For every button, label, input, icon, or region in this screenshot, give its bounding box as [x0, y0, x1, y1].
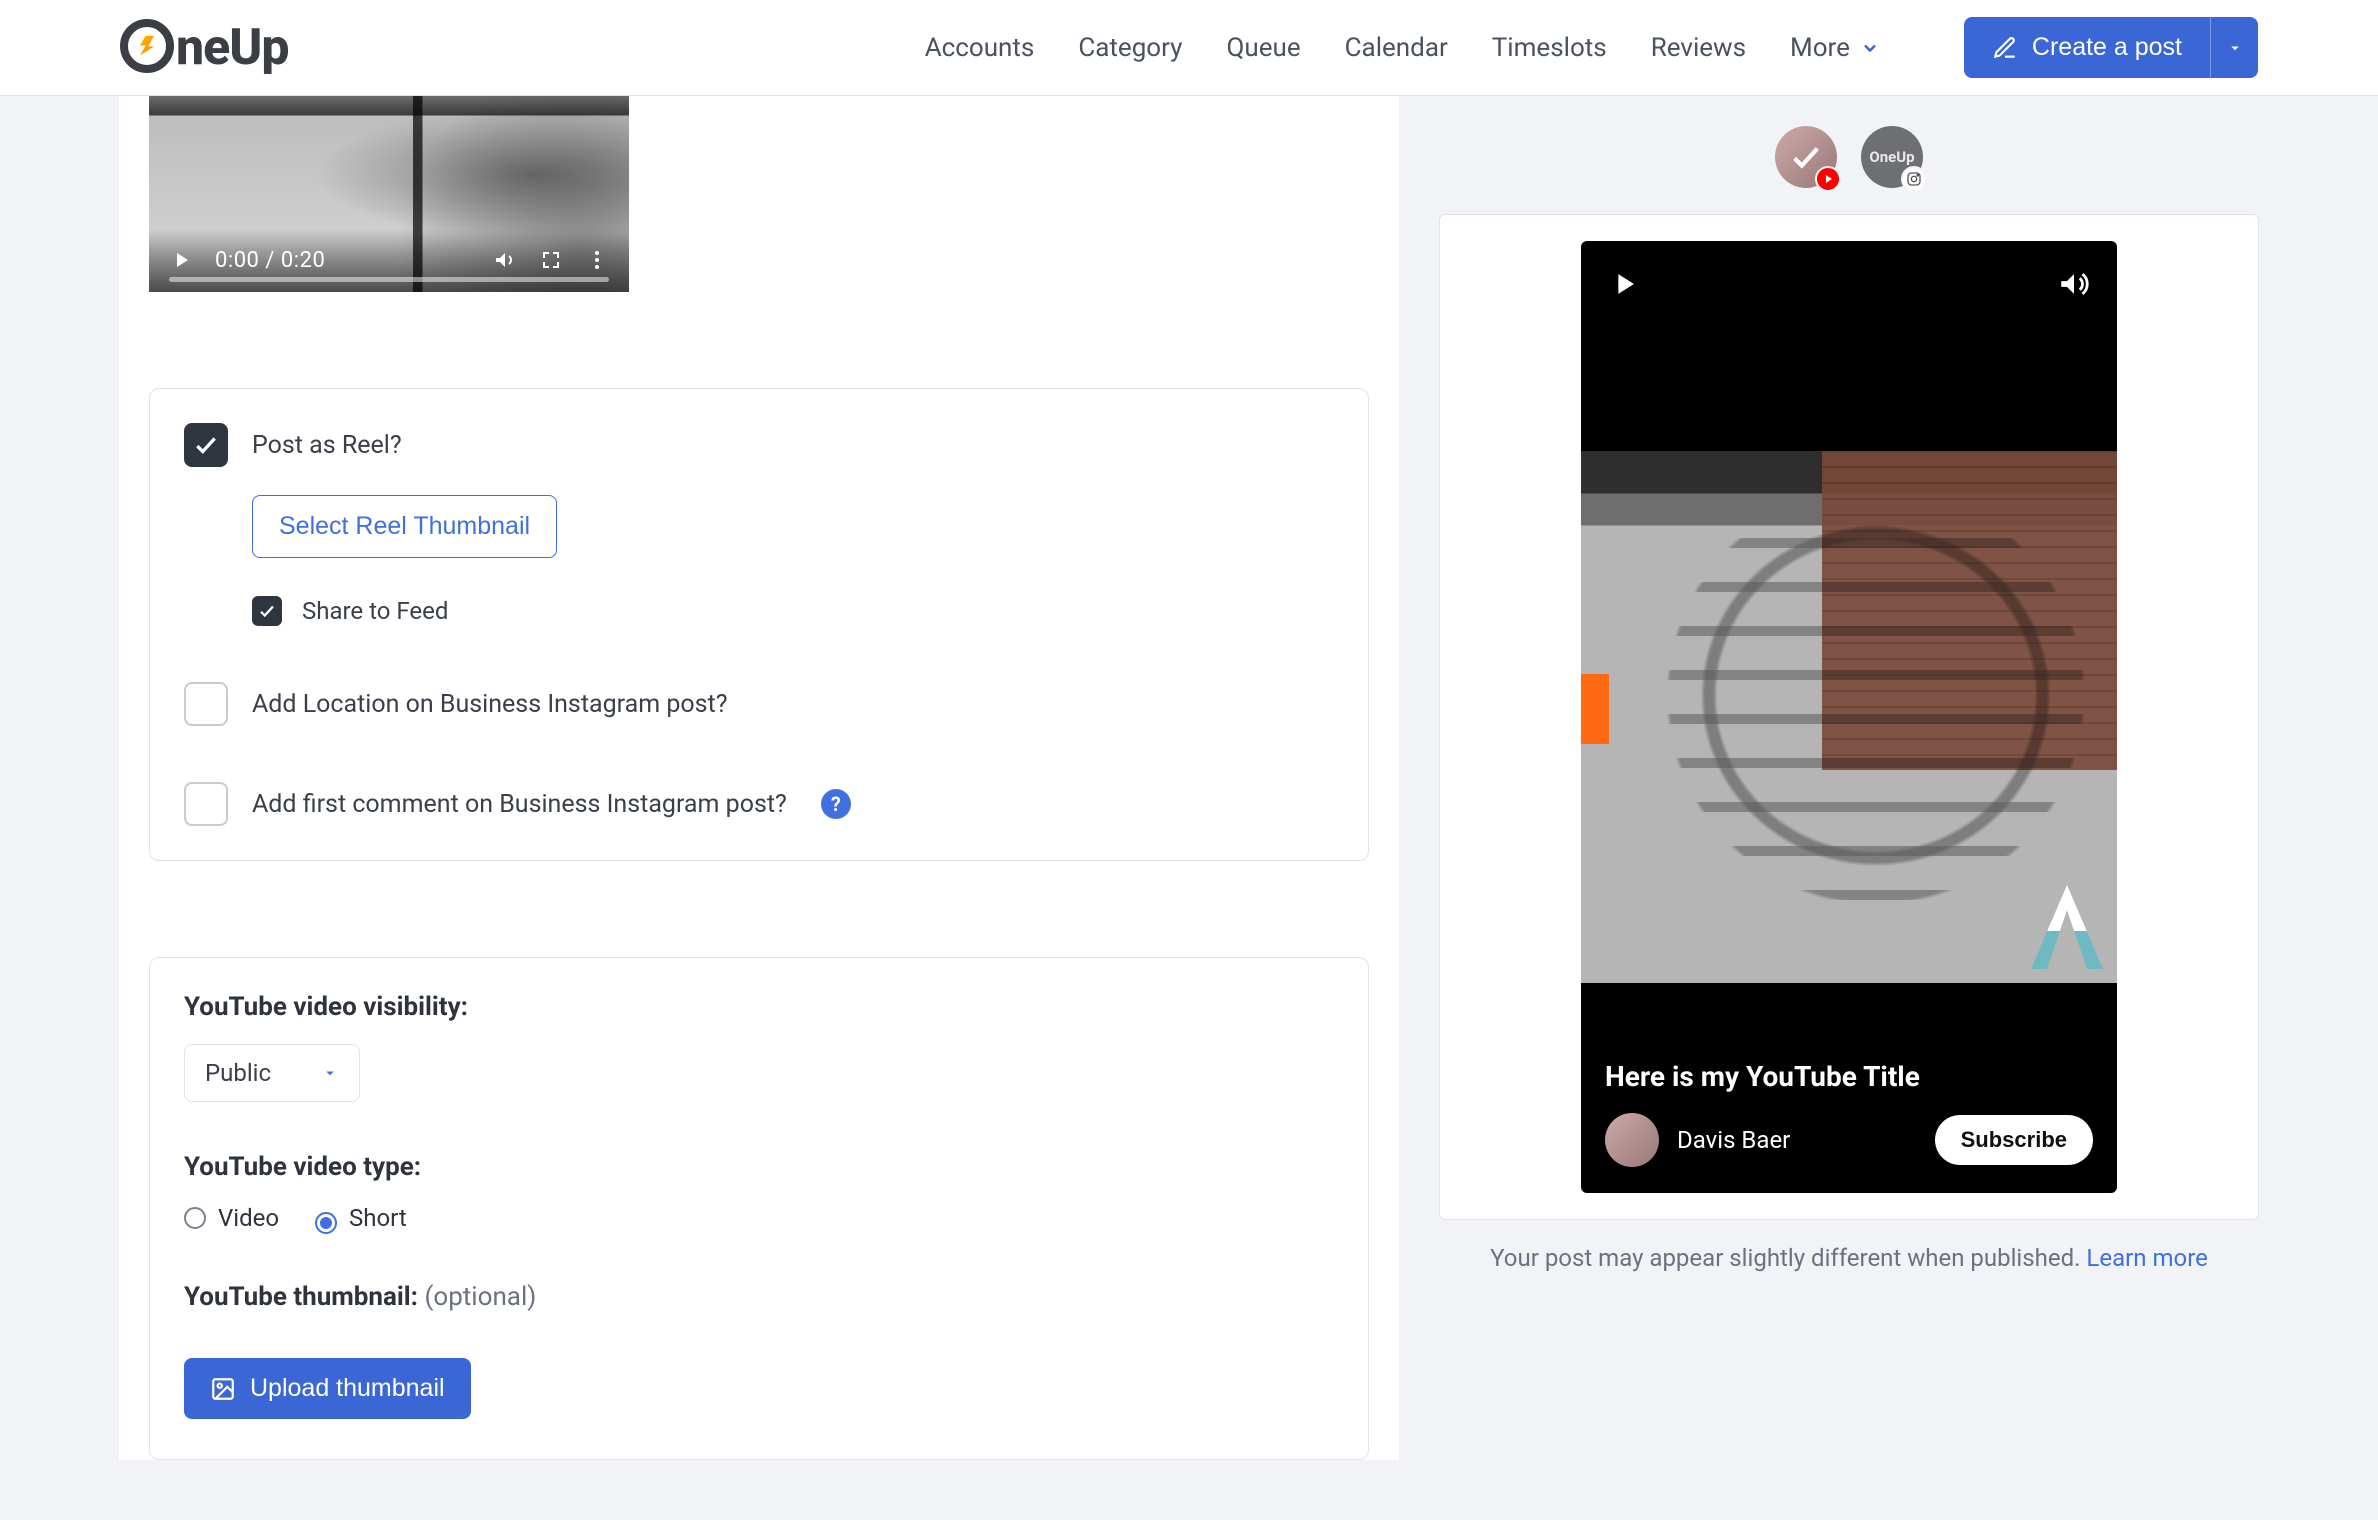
- app-header: neUp Accounts Category Queue Calendar Ti…: [0, 0, 2378, 96]
- brand-text-prefix: ne: [176, 19, 229, 77]
- youtube-type-video-label: Video: [218, 1204, 279, 1232]
- post-as-reel-checkbox[interactable]: [184, 423, 228, 467]
- add-first-comment-label: Add first comment on Business Instagram …: [252, 790, 787, 819]
- create-post-group: Create a post: [1964, 17, 2258, 78]
- upload-thumbnail-label: Upload thumbnail: [250, 1374, 445, 1403]
- brand-text-suffix: Up: [229, 19, 288, 77]
- youtube-visibility-select[interactable]: Public: [184, 1044, 360, 1102]
- help-icon[interactable]: ?: [821, 789, 851, 819]
- preview-watermark-icon: [2031, 885, 2103, 969]
- nav-timeslots[interactable]: Timeslots: [1492, 33, 1607, 63]
- add-first-comment-checkbox[interactable]: [184, 782, 228, 826]
- post-as-reel-row: Post as Reel?: [184, 423, 1334, 467]
- youtube-type-short-option[interactable]: Short: [315, 1204, 407, 1232]
- select-reel-thumbnail-button[interactable]: Select Reel Thumbnail: [252, 495, 557, 558]
- radio-checked-icon: [315, 1212, 337, 1234]
- volume-icon: [2057, 267, 2091, 301]
- page-body: 0:00 / 0:20 Post as Reel? Select Reel Th…: [0, 96, 2378, 1520]
- more-vertical-icon[interactable]: [585, 248, 609, 272]
- video-progress-bar[interactable]: [169, 277, 609, 282]
- account-avatar-youtube[interactable]: [1775, 126, 1837, 188]
- nav-reviews[interactable]: Reviews: [1651, 33, 1746, 63]
- preview-note: Your post may appear slightly different …: [1439, 1244, 2259, 1272]
- youtube-thumbnail-label-text: YouTube thumbnail:: [184, 1282, 418, 1312]
- youtube-thumbnail-label: YouTube thumbnail: (optional): [184, 1282, 1334, 1312]
- main-nav: Accounts Category Queue Calendar Timeslo…: [925, 17, 2258, 78]
- instagram-badge-icon: [1901, 166, 1927, 192]
- nav-more[interactable]: More: [1790, 33, 1880, 63]
- nav-category[interactable]: Category: [1078, 33, 1182, 63]
- youtube-thumbnail-optional: (optional): [418, 1282, 536, 1312]
- youtube-options-card: YouTube video visibility: Public YouTube…: [149, 957, 1369, 1460]
- radio-icon: [184, 1207, 206, 1229]
- preview-title: Here is my YouTube Title: [1605, 1060, 2093, 1093]
- preview-card: Here is my YouTube Title Davis Baer Subs…: [1439, 214, 2259, 1220]
- brand-logo: neUp: [120, 19, 289, 77]
- account-avatar-instagram[interactable]: OneUp: [1861, 126, 1923, 188]
- add-first-comment-row: Add first comment on Business Instagram …: [184, 782, 1334, 826]
- check-icon: [193, 432, 219, 458]
- nav-calendar[interactable]: Calendar: [1345, 33, 1448, 63]
- video-controls: 0:00 / 0:20: [149, 228, 629, 292]
- youtube-thumbnail-section: YouTube thumbnail: (optional) Upload thu…: [184, 1282, 1334, 1419]
- image-icon: [210, 1376, 236, 1402]
- preview-note-text: Your post may appear slightly different …: [1490, 1244, 2086, 1272]
- create-post-caret-button[interactable]: [2210, 17, 2258, 78]
- account-badges: OneUp: [1439, 126, 2259, 188]
- youtube-visibility-label: YouTube video visibility:: [184, 992, 1334, 1022]
- preview-volume-button[interactable]: [2057, 267, 2091, 305]
- add-location-label: Add Location on Business Instagram post?: [252, 690, 728, 719]
- add-location-row: Add Location on Business Instagram post?: [184, 682, 1334, 726]
- video-time-display: 0:00 / 0:20: [215, 248, 325, 273]
- preview-author-name: Davis Baer: [1677, 1126, 1790, 1154]
- nav-more-label: More: [1790, 33, 1850, 63]
- youtube-video-type-section: YouTube video type: Video Short: [184, 1152, 1334, 1232]
- create-post-button[interactable]: Create a post: [1964, 17, 2210, 78]
- play-icon[interactable]: [169, 248, 193, 272]
- create-post-label: Create a post: [2032, 33, 2182, 62]
- preview-meta: Here is my YouTube Title Davis Baer Subs…: [1581, 1036, 2117, 1193]
- share-to-feed-label: Share to Feed: [302, 597, 448, 625]
- share-to-feed-row: Share to Feed: [252, 596, 1334, 626]
- account-brand-text: OneUp: [1869, 148, 1914, 166]
- youtube-video-type-label: YouTube video type:: [184, 1152, 1334, 1182]
- preview-author-row: Davis Baer Subscribe: [1605, 1113, 2093, 1167]
- add-location-checkbox[interactable]: [184, 682, 228, 726]
- caret-down-icon: [321, 1064, 339, 1082]
- instagram-options-card: Post as Reel? Select Reel Thumbnail Shar…: [149, 388, 1369, 861]
- youtube-visibility-value: Public: [205, 1059, 271, 1087]
- preview-video-frame: [1581, 451, 2117, 983]
- subscribe-button[interactable]: Subscribe: [1935, 1115, 2093, 1165]
- check-icon: [258, 602, 276, 620]
- preview-play-button[interactable]: [1607, 267, 1641, 305]
- preview-frame-accent: [1581, 674, 1609, 744]
- video-player[interactable]: 0:00 / 0:20: [149, 96, 629, 292]
- upload-thumbnail-button[interactable]: Upload thumbnail: [184, 1358, 471, 1419]
- play-icon: [1607, 267, 1641, 301]
- chevron-down-icon: [1860, 38, 1880, 58]
- reel-thumbnail-subrow: Select Reel Thumbnail: [252, 495, 1334, 558]
- youtube-short-preview: Here is my YouTube Title Davis Baer Subs…: [1581, 241, 2117, 1193]
- youtube-type-short-label: Short: [349, 1204, 407, 1232]
- compose-panel: 0:00 / 0:20 Post as Reel? Select Reel Th…: [119, 96, 1399, 1460]
- fullscreen-icon[interactable]: [539, 248, 563, 272]
- preview-author-avatar: [1605, 1113, 1659, 1167]
- learn-more-link[interactable]: Learn more: [2086, 1244, 2207, 1272]
- nav-queue[interactable]: Queue: [1226, 33, 1300, 63]
- nav-accounts[interactable]: Accounts: [925, 33, 1035, 63]
- youtube-type-video-option[interactable]: Video: [184, 1204, 279, 1232]
- preview-panel: OneUp Here is my YouTube Titl: [1439, 96, 2259, 1460]
- youtube-badge-icon: [1815, 166, 1841, 192]
- youtube-video-type-radios: Video Short: [184, 1204, 1334, 1232]
- post-as-reel-label: Post as Reel?: [252, 431, 402, 460]
- share-to-feed-checkbox[interactable]: [252, 596, 282, 626]
- volume-icon[interactable]: [493, 248, 517, 272]
- compose-icon: [1992, 35, 2018, 61]
- brand-logo-o-icon: [120, 19, 174, 73]
- caret-down-icon: [2226, 39, 2244, 57]
